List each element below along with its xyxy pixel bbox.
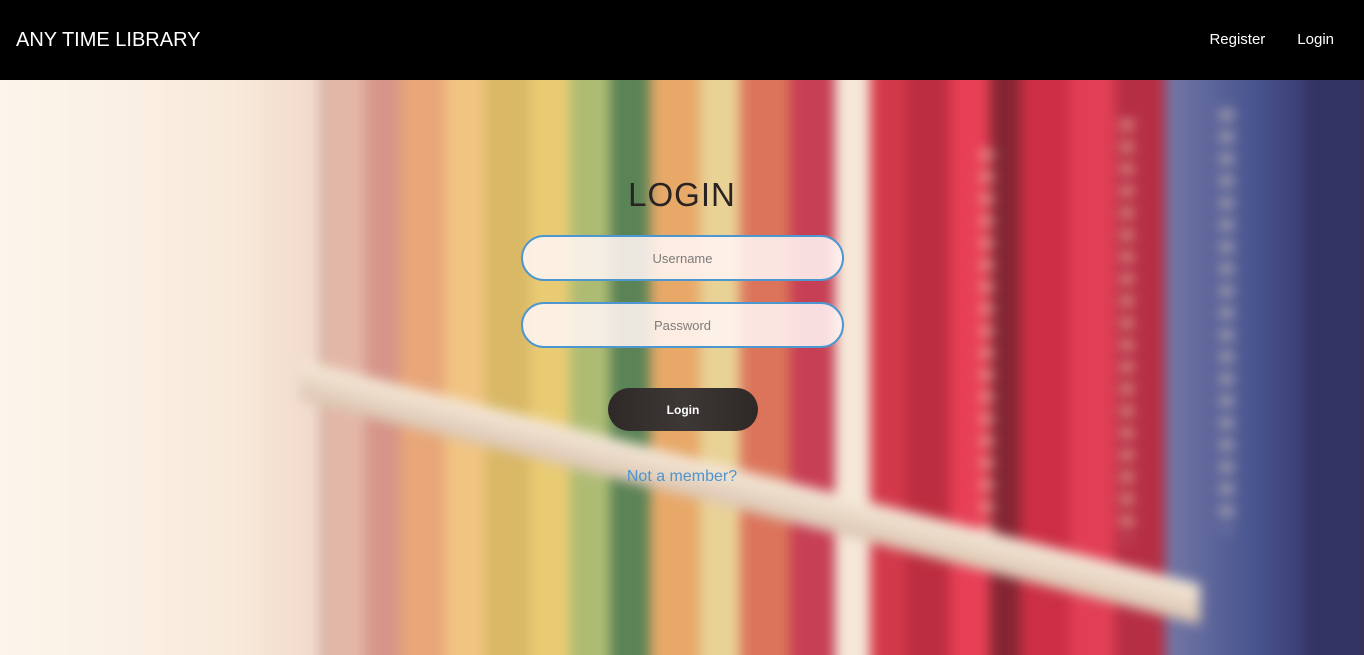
- login-title: LOGIN: [628, 176, 736, 213]
- nav-register-link[interactable]: Register: [1209, 31, 1265, 49]
- site-brand[interactable]: ANY TIME LIBRARY: [16, 28, 201, 52]
- not-a-member-link[interactable]: Not a member?: [627, 468, 737, 485]
- nav-login-link[interactable]: Login: [1297, 31, 1334, 49]
- nav-links: Register Login: [1209, 31, 1334, 49]
- login-form: LOGIN Login Not a member?: [0, 80, 1364, 655]
- top-navbar: ANY TIME LIBRARY Register Login: [0, 0, 1364, 80]
- not-a-member-link-row: Not a member?: [0, 467, 1364, 487]
- login-button[interactable]: Login: [608, 388, 758, 431]
- username-input[interactable]: [521, 235, 844, 281]
- password-input[interactable]: [521, 302, 844, 348]
